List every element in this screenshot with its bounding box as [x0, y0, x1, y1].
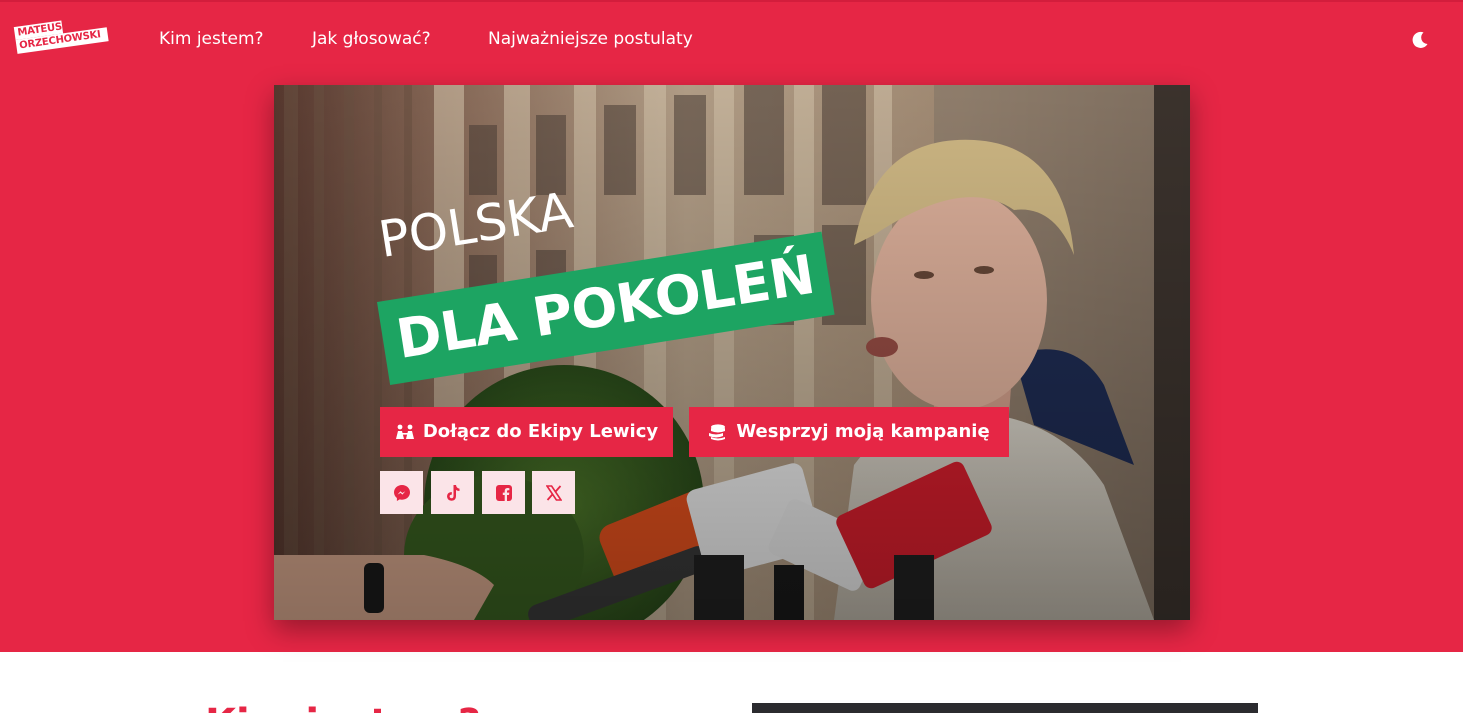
messenger-icon	[393, 484, 410, 501]
join-ekipa-lewicy-button[interactable]: Dołącz do Ekipy Lewicy	[380, 407, 673, 457]
moon-icon	[1412, 31, 1428, 48]
support-button-label: Wesprzyj moją kampanię	[736, 421, 990, 442]
x-icon	[545, 484, 562, 501]
tiktok-icon	[446, 484, 459, 501]
join-button-label: Dołącz do Ekipy Lewicy	[422, 421, 659, 442]
x-twitter-link[interactable]	[532, 471, 575, 514]
facebook-link[interactable]	[482, 471, 525, 514]
tiktok-link[interactable]	[431, 471, 474, 514]
video-panel	[752, 703, 1258, 713]
nav-link-kim-jestem[interactable]: Kim jestem?	[159, 28, 264, 50]
site-logo[interactable]: MATEUSZ ORZECHOWSKI	[13, 14, 112, 59]
nav-link-jak-glosowac[interactable]: Jak głosować?	[312, 28, 431, 50]
nav-link-postulaty[interactable]: Najważniejsze postulaty	[488, 28, 693, 50]
navbar: MATEUSZ ORZECHOWSKI Kim jestem? Jak głos…	[0, 0, 1463, 80]
people-icon	[395, 424, 414, 439]
support-campaign-button[interactable]: Wesprzyj moją kampanię	[689, 407, 1009, 457]
coins-icon	[709, 424, 726, 441]
hero-section: MATEUSZ ORZECHOWSKI Kim jestem? Jak głos…	[0, 0, 1463, 652]
facebook-icon	[495, 484, 512, 501]
messenger-link[interactable]	[380, 471, 423, 514]
section-heading-kim-jestem: Kim jestem?	[205, 700, 481, 713]
theme-toggle-button[interactable]	[1408, 28, 1432, 52]
